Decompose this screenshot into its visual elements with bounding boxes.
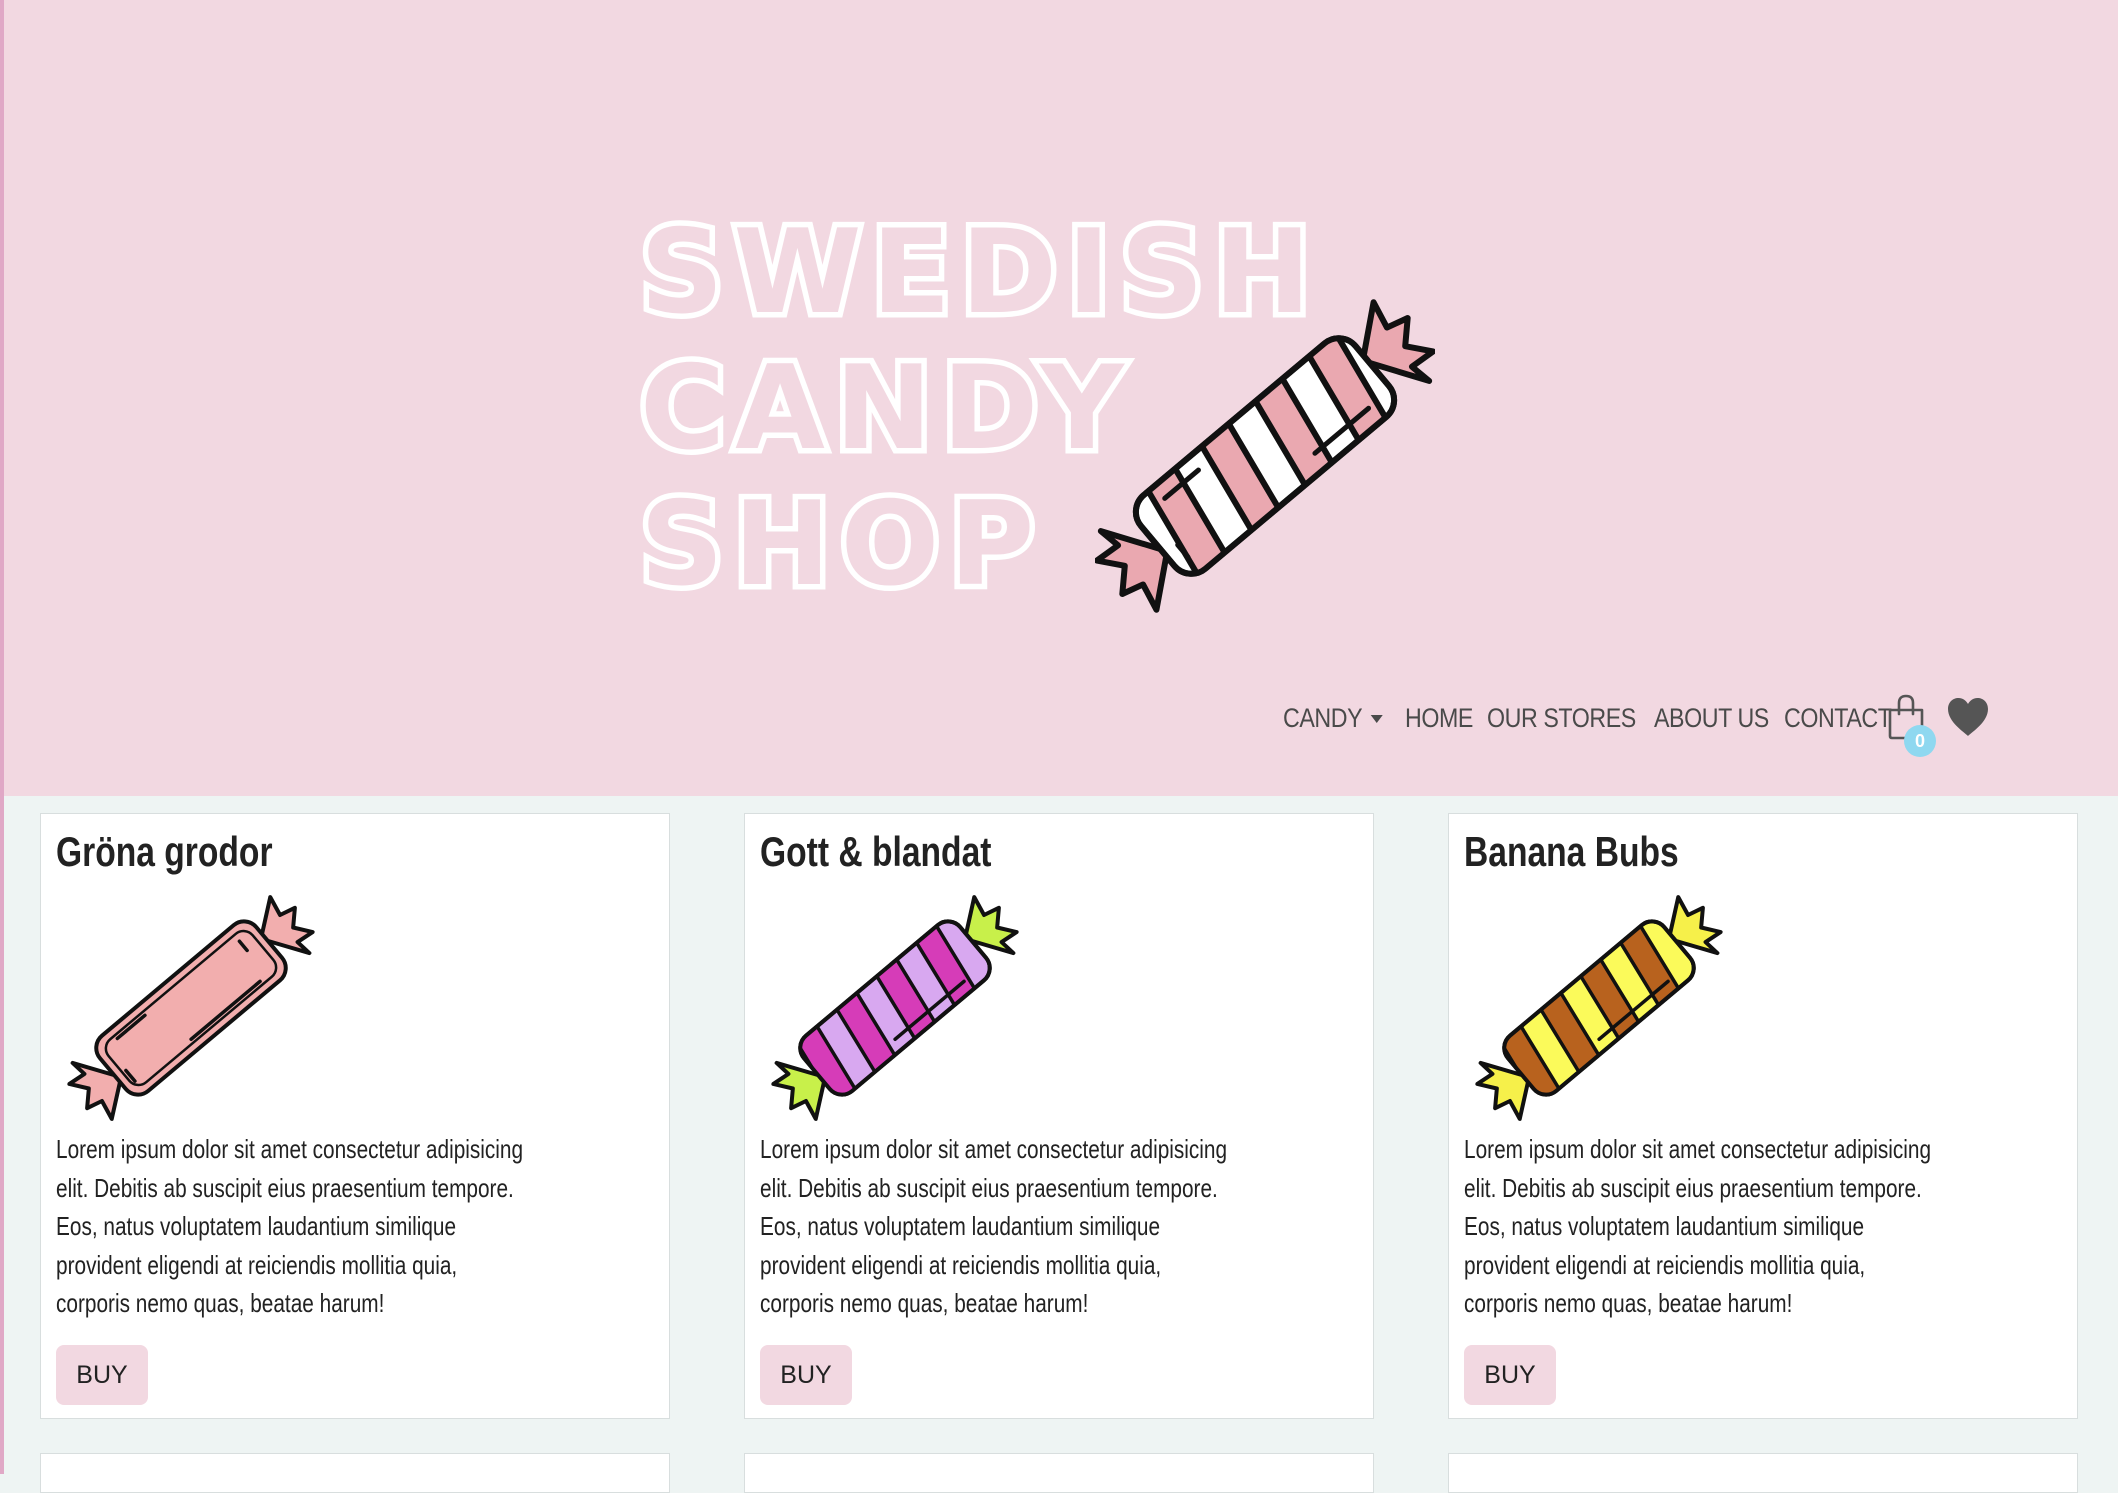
nav-about-us[interactable]: ABOUT US <box>1654 703 1769 734</box>
striped-candy-icon <box>1095 299 1435 613</box>
pink-candy-icon <box>67 895 315 1121</box>
cart-count-badge: 0 <box>1904 725 1936 757</box>
main-nav: CANDY HOME OUR STORES ABOUT US CONTACT <box>1283 690 1909 746</box>
nav-candy-label: CANDY <box>1283 702 1363 733</box>
page-left-edge <box>0 0 4 1474</box>
caret-down-icon <box>1370 715 1383 724</box>
buy-button[interactable]: BUY <box>760 1345 852 1405</box>
buy-button[interactable]: BUY <box>56 1345 148 1405</box>
product-title: Gott & blandat <box>760 828 992 875</box>
product-card: Gröna grodor Lorem ipsum dolor sit amet … <box>40 813 670 1419</box>
product-description: Lorem ipsum dolor sit amet consectetur a… <box>1464 1134 1932 1318</box>
purple-striped-candy-icon <box>771 895 1019 1121</box>
nav-home[interactable]: HOME <box>1405 703 1473 734</box>
product-card-partial <box>40 1453 670 1493</box>
product-description: Lorem ipsum dolor sit amet consectetur a… <box>56 1134 524 1318</box>
buy-button[interactable]: BUY <box>1464 1345 1556 1405</box>
product-card-partial <box>1448 1453 2078 1493</box>
nav-our-stores[interactable]: OUR STORES <box>1487 703 1636 734</box>
product-title: Banana Bubs <box>1464 828 1679 875</box>
site-header: SWEDISH CANDY SHOP CANDY HOME OUR STORES… <box>0 0 2118 796</box>
product-title: Gröna grodor <box>56 828 273 875</box>
product-card: Banana Bubs Lorem ipsum dolor sit amet c… <box>1448 813 2078 1419</box>
nav-contact[interactable]: CONTACT <box>1784 703 1892 734</box>
product-card: Gott & blandat Lorem ipsum dolor sit ame… <box>744 813 1374 1419</box>
product-description: Lorem ipsum dolor sit amet consectetur a… <box>760 1134 1228 1318</box>
yellow-striped-candy-icon <box>1475 895 1723 1121</box>
product-card-partial <box>744 1453 1374 1493</box>
nav-candy-dropdown[interactable]: CANDY <box>1283 703 1383 734</box>
heart-icon[interactable] <box>1946 696 1990 738</box>
